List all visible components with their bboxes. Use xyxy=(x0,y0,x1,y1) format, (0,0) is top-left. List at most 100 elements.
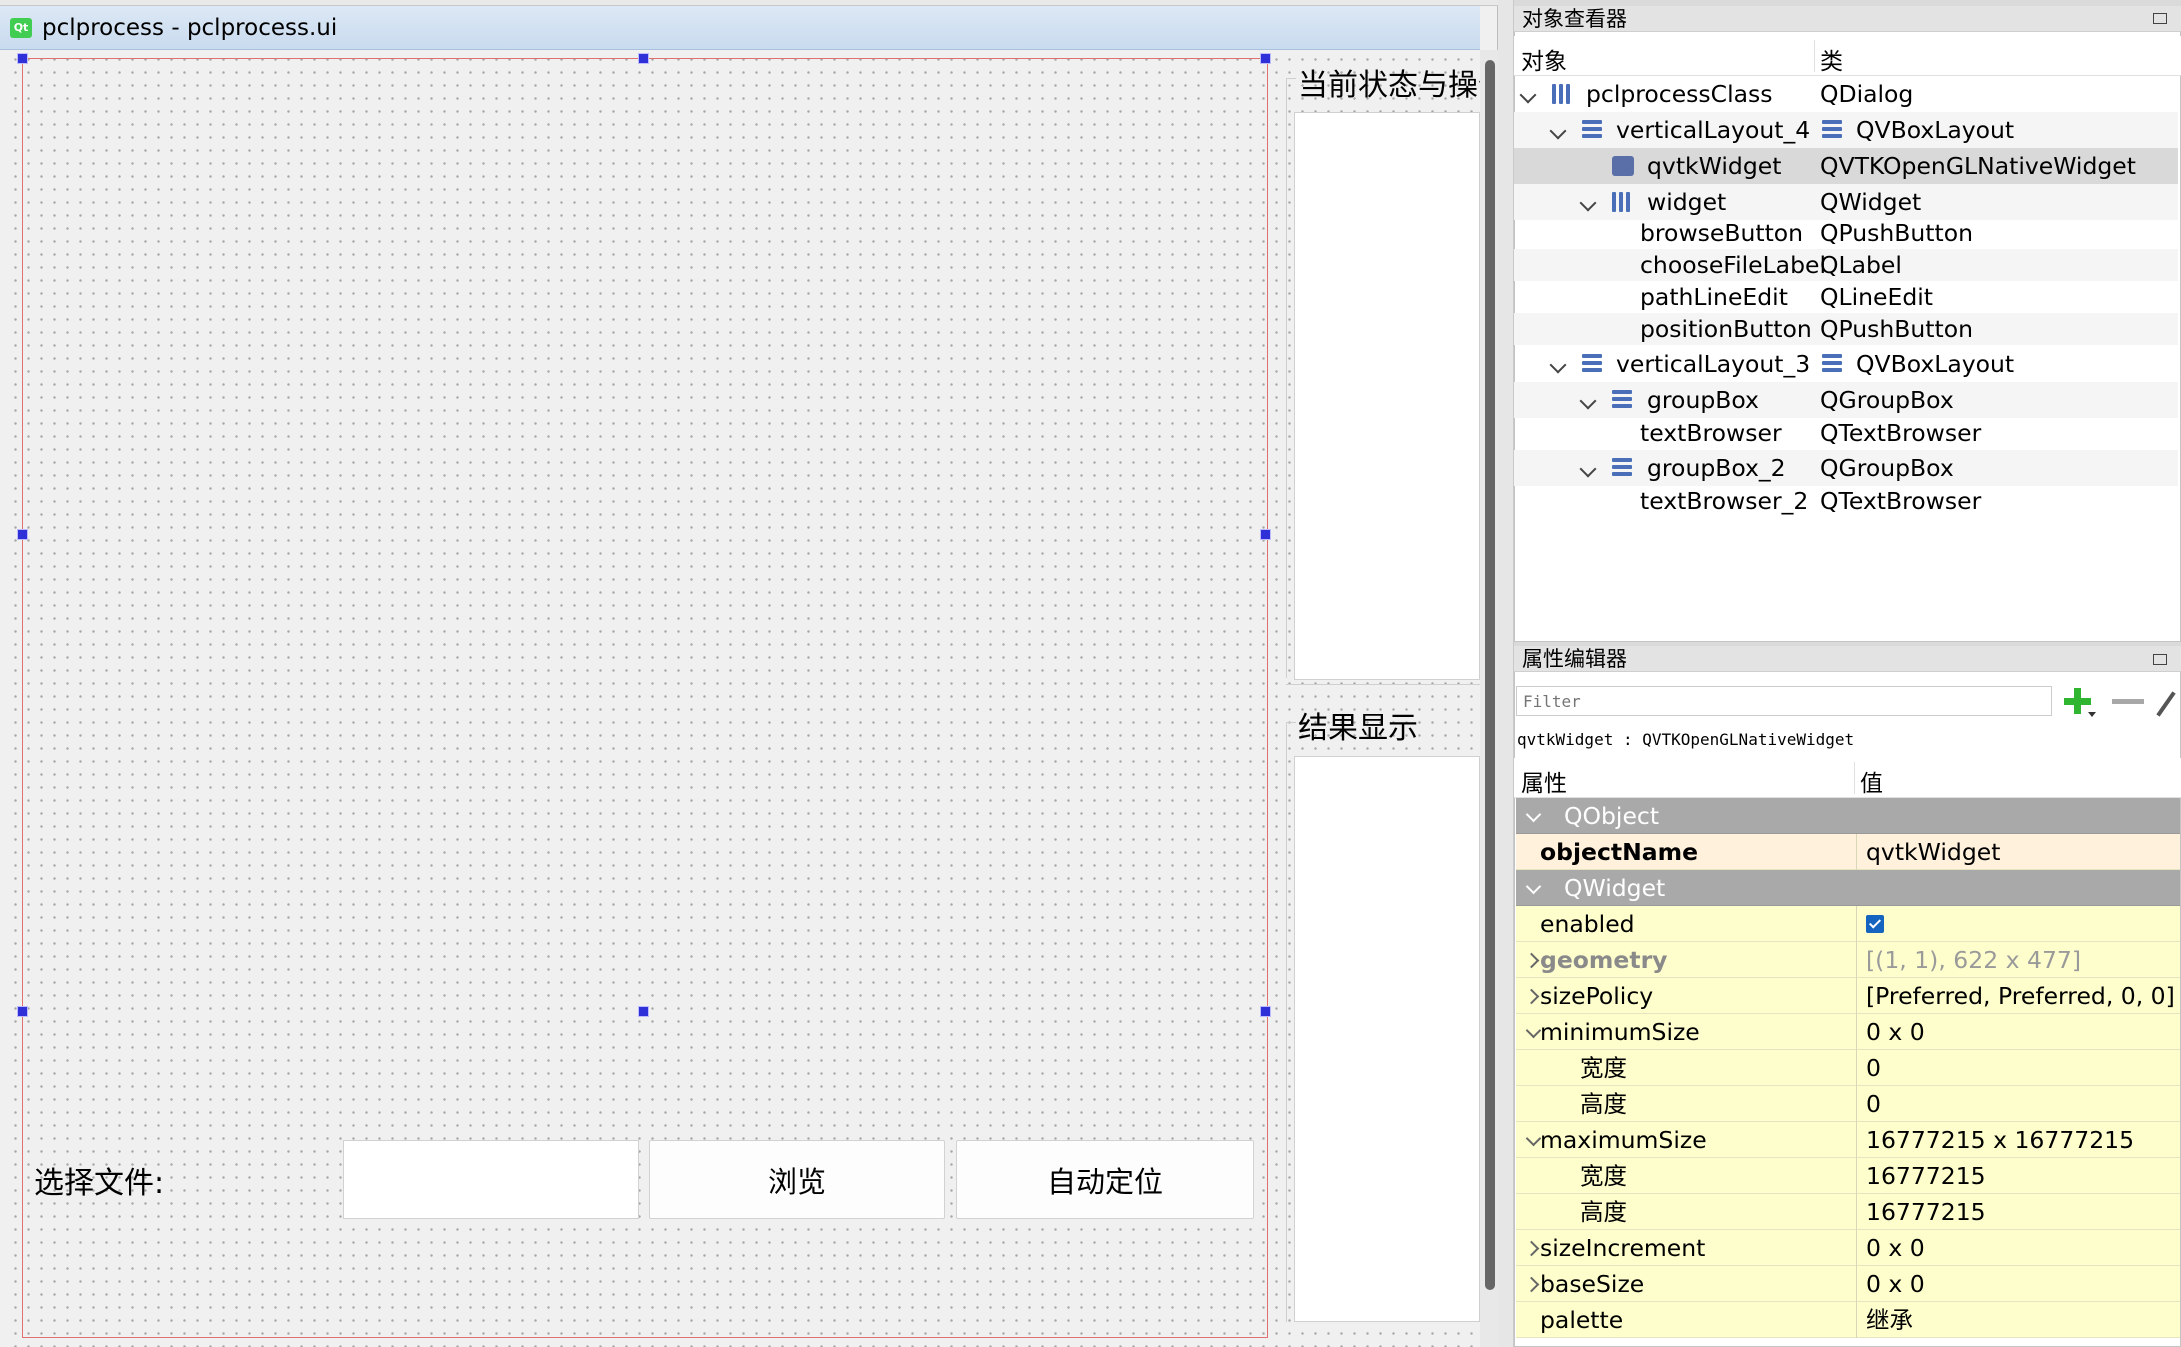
chevron-right-icon[interactable] xyxy=(1523,988,1540,1005)
tree-row[interactable]: widget QWidget xyxy=(1514,184,2178,220)
scrollbar-thumb[interactable] xyxy=(1485,60,1495,1290)
tree-row[interactable]: textBrowser QTextBrowser xyxy=(1514,417,2178,449)
chevron-right-icon[interactable] xyxy=(1523,1276,1540,1293)
property-editor-title: 属性编辑器 xyxy=(1514,646,2181,672)
enabled-checkbox[interactable] xyxy=(1866,915,1884,933)
property-row-palette[interactable]: palette 继承 xyxy=(1516,1302,2180,1338)
vertical-layout-icon xyxy=(1822,120,1842,140)
property-row-basesize[interactable]: baseSize 0 x 0 xyxy=(1516,1266,2180,1302)
resize-handle[interactable] xyxy=(1260,1006,1271,1017)
result-text-browser[interactable] xyxy=(1294,756,1480,1322)
auto-position-button[interactable]: 自动定位 xyxy=(956,1140,1254,1219)
chevron-down-icon[interactable] xyxy=(1519,86,1537,104)
property-row-min-height[interactable]: 高度 0 xyxy=(1516,1086,2180,1122)
path-line-edit[interactable] xyxy=(343,1140,639,1219)
resize-handle[interactable] xyxy=(1260,529,1271,540)
tree-row[interactable]: textBrowser_2 QTextBrowser xyxy=(1514,485,2178,517)
property-row-objectname[interactable]: objectName qvtkWidget xyxy=(1516,834,2180,870)
property-row-geometry[interactable]: geometry [(1, 1), 622 x 477] xyxy=(1516,942,2180,978)
tree-row[interactable]: verticalLayout_4 QVBoxLayout xyxy=(1514,112,2178,148)
property-row-maximumsize[interactable]: maximumSize 16777215 x 16777215 xyxy=(1516,1122,2180,1158)
chevron-down-icon[interactable] xyxy=(1525,1022,1542,1039)
chevron-down-icon[interactable] xyxy=(1525,878,1542,895)
browse-button[interactable]: 浏览 xyxy=(649,1140,945,1219)
dock-float-icon[interactable] xyxy=(2153,654,2167,665)
horizontal-layout-icon xyxy=(1612,192,1632,212)
property-value[interactable]: 16777215 xyxy=(1866,1158,1986,1194)
property-row-sizepolicy[interactable]: sizePolicy [Preferred, Preferred, 0, 0] xyxy=(1516,978,2180,1014)
property-row-minimumsize[interactable]: minimumSize 0 x 0 xyxy=(1516,1014,2180,1050)
tree-row-selected[interactable]: qvtkWidget QVTKOpenGLNativeWidget xyxy=(1514,148,2178,184)
tree-row[interactable]: browseButton QPushButton xyxy=(1514,217,2178,249)
object-name: widget xyxy=(1647,188,1727,216)
chevron-right-icon[interactable] xyxy=(1523,1240,1540,1257)
property-row-sizeincrement[interactable]: sizeIncrement 0 x 0 xyxy=(1516,1230,2180,1266)
chevron-down-icon[interactable] xyxy=(1525,1130,1542,1147)
property-row-enabled[interactable]: enabled xyxy=(1516,906,2180,942)
property-value[interactable]: 0 x 0 xyxy=(1866,1230,1925,1266)
property-value[interactable]: 0 x 0 xyxy=(1866,1014,1925,1050)
property-value[interactable]: 0 x 0 xyxy=(1866,1266,1925,1302)
tree-row[interactable]: pathLineEdit QLineEdit xyxy=(1514,281,2178,313)
remove-property-icon[interactable] xyxy=(2112,699,2144,704)
chevron-down-icon[interactable] xyxy=(1549,122,1567,140)
property-value[interactable]: qvtkWidget xyxy=(1866,834,2000,870)
group-label: QWidget xyxy=(1564,874,1666,902)
object-name: verticalLayout_3 xyxy=(1616,350,1811,378)
vertical-layout-icon xyxy=(1582,354,1602,374)
chevron-down-icon[interactable] xyxy=(1579,392,1597,410)
resize-handle[interactable] xyxy=(638,53,649,64)
tree-row[interactable]: verticalLayout_3 QVBoxLayout xyxy=(1514,346,2178,382)
group-label: QObject xyxy=(1564,802,1660,830)
column-divider[interactable] xyxy=(1854,762,1855,794)
chevron-down-icon[interactable] xyxy=(1579,460,1597,478)
chevron-down-icon[interactable] xyxy=(1579,194,1597,212)
tree-row[interactable]: groupBox_2 QGroupBox xyxy=(1514,450,2178,486)
groupbox-divider xyxy=(1286,684,1480,685)
horizontal-layout-icon xyxy=(1552,84,1572,104)
add-dynamic-property-icon[interactable] xyxy=(2062,686,2096,717)
property-group-qobject[interactable]: QObject xyxy=(1516,798,2180,834)
tree-row[interactable]: pclprocessClass QDialog xyxy=(1514,76,2178,112)
property-name: baseSize xyxy=(1540,1270,1645,1298)
property-row-max-height[interactable]: 高度 16777215 xyxy=(1516,1194,2180,1230)
object-name: positionButton xyxy=(1640,315,1812,343)
property-value[interactable]: 继承 xyxy=(1866,1302,1913,1338)
property-row-max-width[interactable]: 宽度 16777215 xyxy=(1516,1158,2180,1194)
property-value[interactable]: [(1, 1), 622 x 477] xyxy=(1866,942,2081,978)
resize-handle[interactable] xyxy=(17,1006,28,1017)
property-value[interactable]: 16777215 xyxy=(1866,1194,1986,1230)
resize-handle[interactable] xyxy=(17,53,28,64)
property-value[interactable]: [Preferred, Preferred, 0, 0] xyxy=(1866,978,2175,1014)
object-class: QPushButton xyxy=(1820,219,1974,247)
tree-row[interactable]: positionButton QPushButton xyxy=(1514,313,2178,345)
groupbox-status-title: 当前状态与操作 xyxy=(1298,68,1480,100)
window-title: pclprocess - pclprocess.ui xyxy=(42,15,338,41)
widget-icon xyxy=(1612,156,1634,176)
tree-row[interactable]: groupBox QGroupBox xyxy=(1514,382,2178,418)
property-value[interactable]: 16777215 x 16777215 xyxy=(1866,1122,2134,1158)
dock-float-icon[interactable] xyxy=(2153,13,2167,24)
chevron-down-icon[interactable] xyxy=(1525,806,1542,823)
property-group-qwidget[interactable]: QWidget xyxy=(1516,870,2180,906)
property-value[interactable]: 0 xyxy=(1866,1086,1881,1122)
object-class: QWidget xyxy=(1820,188,1922,216)
dock-splitter[interactable] xyxy=(1498,0,1514,1347)
vertical-layout-icon xyxy=(1612,390,1632,410)
column-divider[interactable] xyxy=(1814,40,1815,72)
resize-handle[interactable] xyxy=(638,1006,649,1017)
object-name: textBrowser_2 xyxy=(1640,487,1809,515)
tree-row[interactable]: chooseFileLabel QLabel xyxy=(1514,249,2178,281)
resize-handle[interactable] xyxy=(1260,53,1271,64)
property-filter-input[interactable] xyxy=(1516,686,2052,716)
status-text-browser[interactable] xyxy=(1294,112,1480,680)
resize-handle[interactable] xyxy=(17,529,28,540)
form-titlebar[interactable]: Qt pclprocess - pclprocess.ui xyxy=(0,6,1480,50)
property-row-min-width[interactable]: 宽度 0 xyxy=(1516,1050,2180,1086)
object-tree: pclprocessClass QDialog verticalLayout_4… xyxy=(1514,76,2181,636)
object-class: QLabel xyxy=(1820,251,1902,279)
vertical-layout-icon xyxy=(1612,458,1632,478)
property-value[interactable]: 0 xyxy=(1866,1050,1881,1086)
chevron-right-icon[interactable] xyxy=(1523,952,1540,969)
chevron-down-icon[interactable] xyxy=(1549,356,1567,374)
